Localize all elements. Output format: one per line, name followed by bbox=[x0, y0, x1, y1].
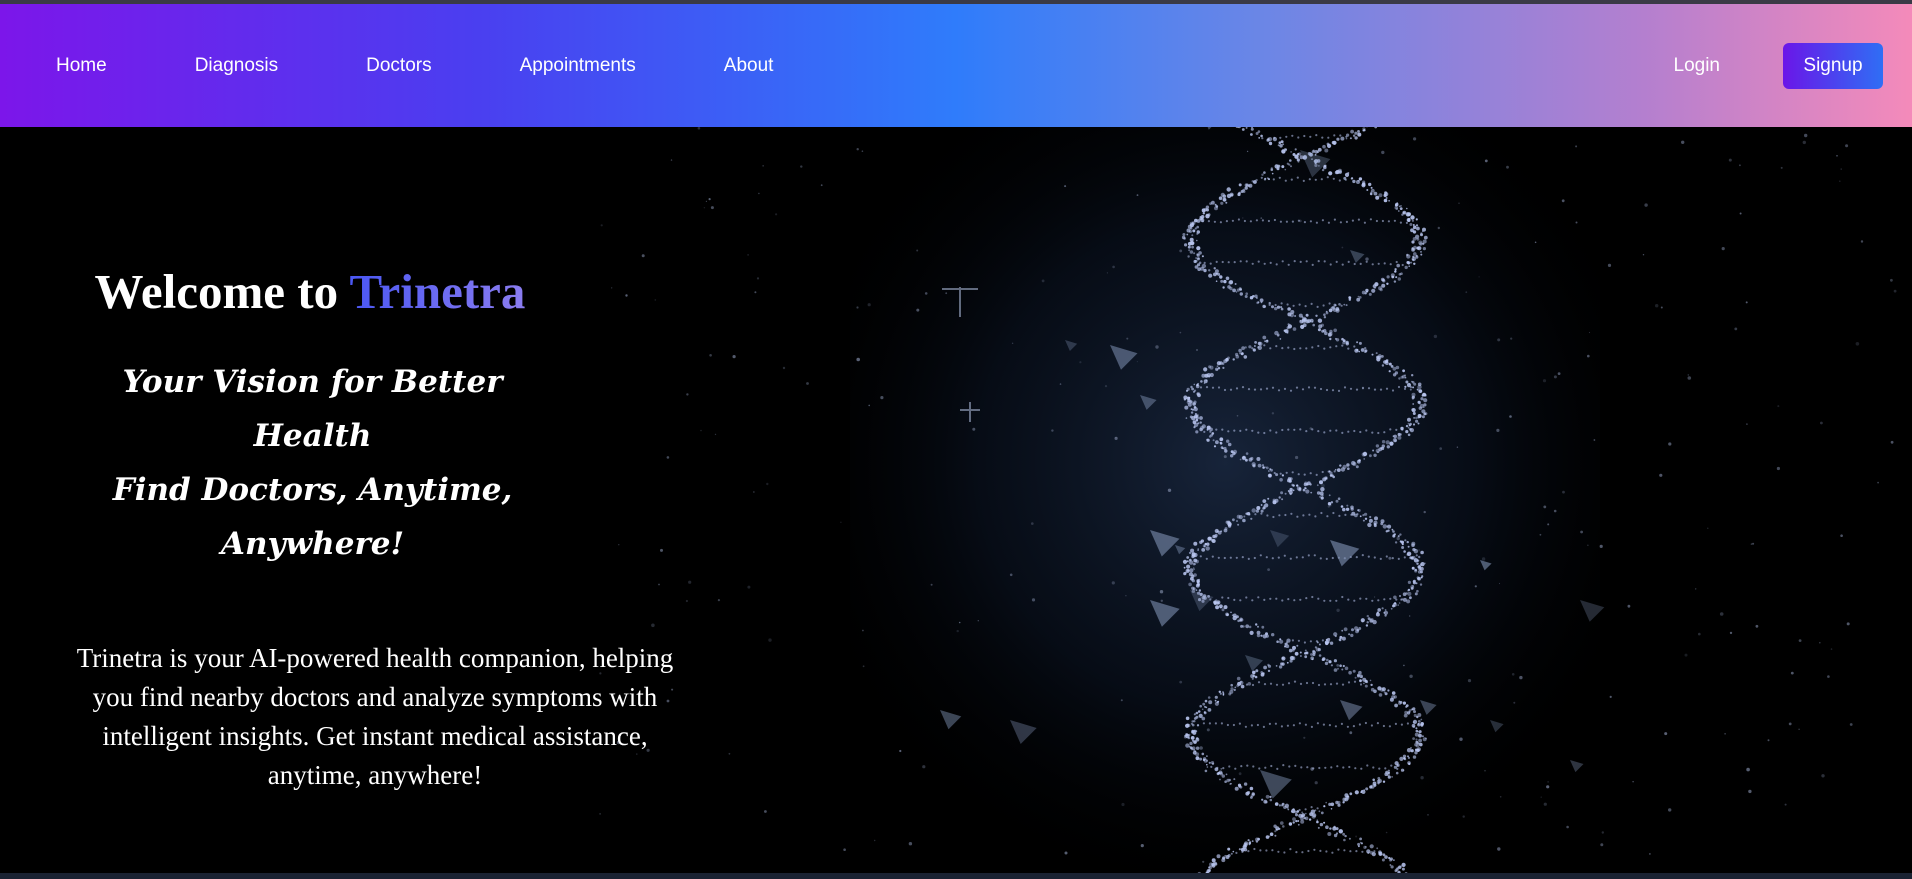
tagline-line-1: Your Vision for Better Health bbox=[122, 364, 503, 454]
signup-button[interactable]: Signup bbox=[1783, 42, 1883, 89]
nav-links: Home Diagnosis Doctors Appointments Abou… bbox=[56, 55, 861, 77]
nav-home-link[interactable]: Home bbox=[56, 55, 107, 77]
nav-doctors-link[interactable]: Doctors bbox=[366, 55, 431, 77]
nav-about-link[interactable]: About bbox=[724, 55, 774, 77]
nav-appointments-link[interactable]: Appointments bbox=[520, 55, 636, 77]
landing-page: Home Diagnosis Doctors Appointments Abou… bbox=[0, 0, 1912, 879]
brand-name: Trinetra bbox=[349, 264, 526, 319]
login-link[interactable]: Login bbox=[1674, 55, 1721, 77]
top-navbar: Home Diagnosis Doctors Appointments Abou… bbox=[0, 4, 1912, 127]
hero-section: Welcome to Trinetra Your Vision for Bett… bbox=[0, 127, 1912, 873]
hero-tagline: Your Vision for Better Health Find Docto… bbox=[60, 355, 565, 571]
nav-diagnosis-link[interactable]: Diagnosis bbox=[195, 55, 278, 77]
welcome-prefix: Welcome to bbox=[94, 264, 350, 319]
hero-title: Welcome to Trinetra bbox=[60, 263, 560, 320]
nav-auth: Login Signup bbox=[1674, 42, 1883, 89]
bottom-strip bbox=[0, 873, 1912, 879]
tagline-line-2: Find Doctors, Anytime, bbox=[112, 472, 513, 508]
hero-description: Trinetra is your AI-powered health compa… bbox=[76, 643, 674, 790]
tagline-line-3: Anywhere! bbox=[220, 526, 405, 562]
